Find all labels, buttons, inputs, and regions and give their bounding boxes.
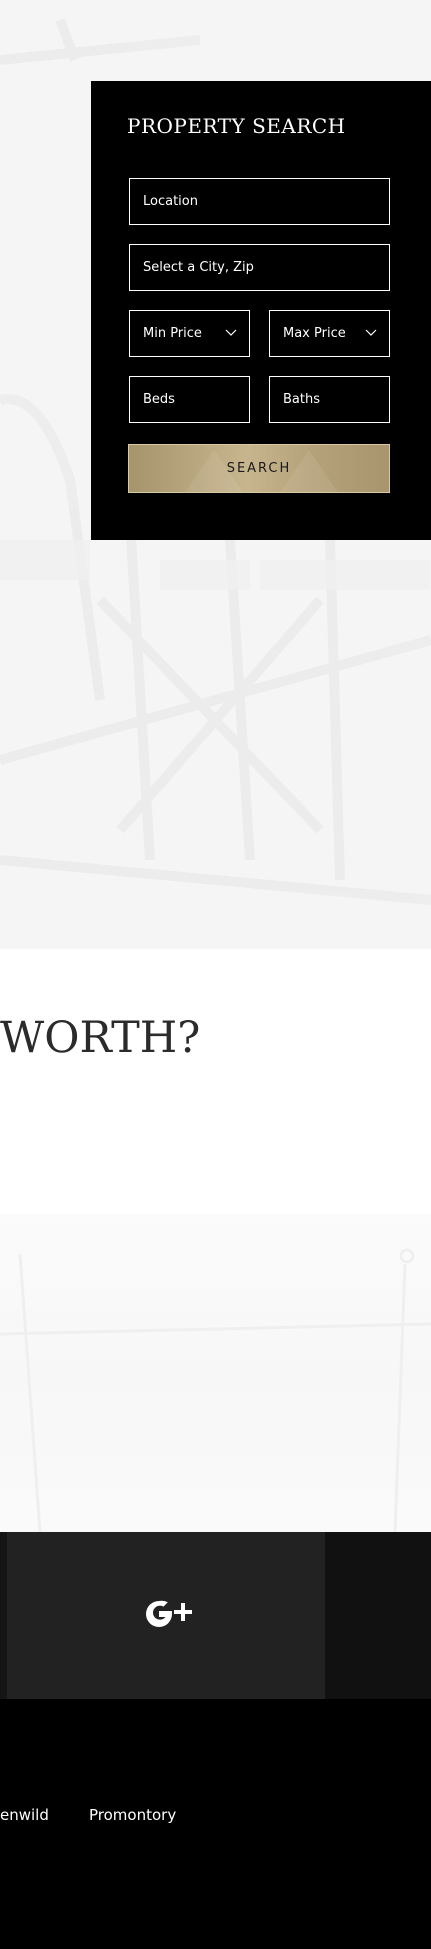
social-tile-left <box>0 1532 7 1699</box>
property-search-panel: PROPERTY SEARCH Location Select a City, … <box>91 81 431 540</box>
background-image-band <box>0 1214 431 1532</box>
location-label: Location <box>143 194 198 209</box>
city-zip-placeholder: Select a City, Zip <box>143 260 254 275</box>
baths-input[interactable]: Baths <box>269 376 390 423</box>
google-plus-link[interactable] <box>7 1532 325 1699</box>
footer-link-enwild[interactable]: enwild <box>0 1806 49 1824</box>
footer: enwild Promontory <box>0 1699 431 1949</box>
beds-label: Beds <box>143 392 175 407</box>
search-button-label: SEARCH <box>226 461 292 476</box>
max-price-select[interactable]: Max Price <box>269 310 390 357</box>
social-links-row <box>0 1532 431 1699</box>
faded-photo <box>0 1248 431 1532</box>
baths-label: Baths <box>283 392 320 407</box>
home-worth-heading: WORTH? <box>0 1013 201 1063</box>
max-price-label: Max Price <box>283 326 346 341</box>
location-input[interactable]: Location <box>129 178 390 225</box>
property-search-title: PROPERTY SEARCH <box>127 114 346 138</box>
footer-link-promontory[interactable]: Promontory <box>89 1806 176 1824</box>
chevron-down-icon <box>225 329 237 336</box>
google-plus-icon <box>146 1600 192 1627</box>
min-price-label: Min Price <box>143 326 202 341</box>
city-zip-input[interactable]: Select a City, Zip <box>129 244 390 291</box>
search-button[interactable]: SEARCH <box>128 444 390 493</box>
chevron-down-icon <box>365 329 377 336</box>
min-price-select[interactable]: Min Price <box>129 310 250 357</box>
beds-input[interactable]: Beds <box>129 376 250 423</box>
